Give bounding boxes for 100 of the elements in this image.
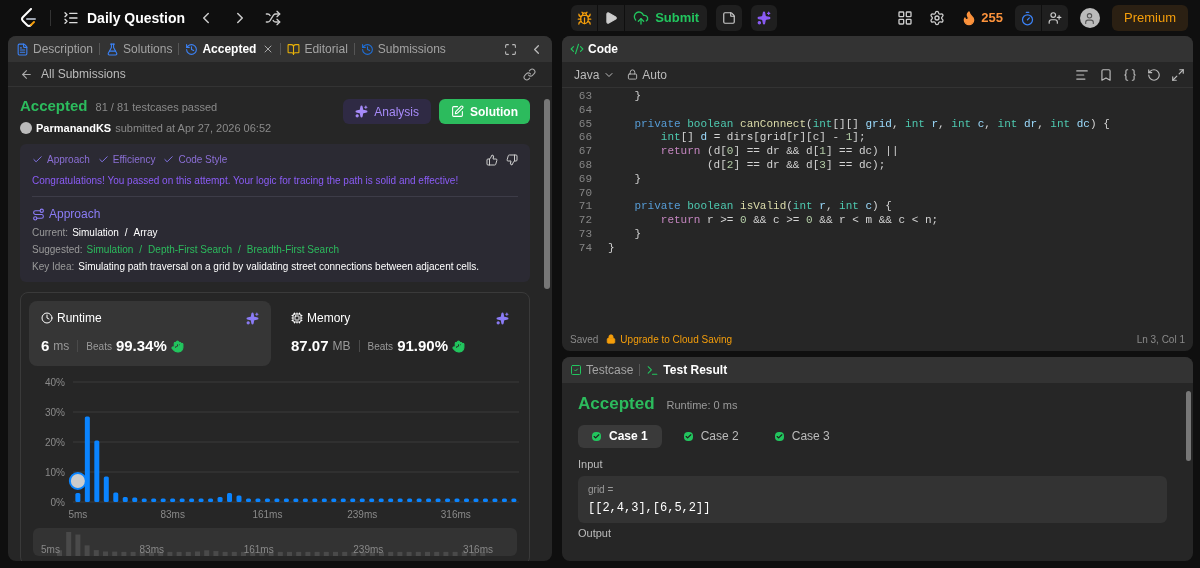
submit-button[interactable]: Submit bbox=[625, 5, 708, 31]
braces-icon[interactable] bbox=[1123, 67, 1137, 82]
histogram-bar[interactable] bbox=[236, 494, 242, 502]
histogram-bar[interactable] bbox=[141, 497, 147, 502]
histogram-bar[interactable] bbox=[501, 497, 507, 502]
panel-tab[interactable]: Solutions bbox=[106, 40, 173, 58]
username[interactable]: ParmanandKS bbox=[36, 119, 112, 136]
case-tab[interactable]: Case 3 bbox=[760, 424, 844, 448]
panel-tab[interactable]: Test Result bbox=[646, 361, 728, 379]
histogram-bar[interactable] bbox=[151, 497, 157, 502]
notes-button[interactable] bbox=[716, 5, 743, 31]
histogram-bar[interactable] bbox=[255, 497, 261, 502]
analysis-button[interactable]: Analysis bbox=[343, 99, 431, 124]
histogram-bar[interactable] bbox=[426, 497, 432, 502]
histogram-bar[interactable] bbox=[132, 497, 138, 502]
list-icon[interactable] bbox=[63, 10, 79, 26]
histogram-bar[interactable] bbox=[208, 497, 214, 502]
panel-tab[interactable]: Editorial bbox=[287, 40, 348, 58]
histogram-bar[interactable] bbox=[274, 497, 280, 502]
histogram-bar[interactable] bbox=[217, 496, 223, 502]
histogram-bar[interactable] bbox=[435, 497, 441, 502]
ai-button[interactable] bbox=[751, 5, 778, 31]
histogram-bar[interactable] bbox=[283, 497, 289, 502]
panel-tab[interactable]: Description bbox=[16, 40, 94, 58]
topic-link[interactable]: Breadth-First Search bbox=[246, 242, 340, 257]
link-icon[interactable] bbox=[523, 67, 536, 81]
histogram-bar[interactable] bbox=[227, 492, 233, 502]
histogram-bar[interactable] bbox=[321, 497, 327, 502]
histogram-bar[interactable] bbox=[113, 491, 119, 502]
maximize-icon[interactable] bbox=[504, 42, 517, 56]
feedback-message: Congratulations! You passed on this attempt. Your logic for tracing the path is solid and effective! bbox=[32, 174, 460, 188]
histogram-bar[interactable] bbox=[264, 497, 270, 502]
run-button[interactable] bbox=[598, 5, 625, 31]
all-submissions-link[interactable]: All Submissions bbox=[41, 65, 126, 83]
settings-icon[interactable] bbox=[929, 10, 946, 26]
histogram-bar[interactable] bbox=[369, 497, 375, 502]
panel-tab[interactable]: Testcase bbox=[570, 361, 634, 379]
topic-link[interactable]: Depth-First Search bbox=[148, 242, 232, 257]
thumbs-down-icon[interactable] bbox=[506, 153, 518, 166]
language-dropdown[interactable]: Java bbox=[574, 65, 616, 84]
debug-button[interactable] bbox=[571, 5, 598, 31]
histogram-bar[interactable] bbox=[160, 497, 166, 502]
format-icon[interactable] bbox=[1075, 67, 1089, 82]
streak-count[interactable]: 255 bbox=[981, 8, 1003, 28]
histogram-bar[interactable] bbox=[179, 497, 185, 502]
sparkles-icon[interactable] bbox=[496, 311, 509, 325]
histogram-bar[interactable] bbox=[397, 497, 403, 502]
invite-button[interactable] bbox=[1042, 5, 1068, 31]
histogram-bar[interactable] bbox=[350, 497, 356, 502]
problem-list-title[interactable]: Daily Question bbox=[87, 7, 186, 29]
histogram-bar[interactable] bbox=[246, 497, 251, 502]
approach-heading: Approach bbox=[49, 206, 101, 223]
histogram-bar[interactable] bbox=[511, 497, 517, 502]
shuffle-icon[interactable] bbox=[265, 10, 282, 26]
reset-icon[interactable] bbox=[1147, 67, 1161, 82]
stat-card[interactable]: Runtime 6 ms Beats 99.34% bbox=[29, 301, 271, 366]
timer-button[interactable] bbox=[1015, 5, 1041, 31]
histogram-bar[interactable] bbox=[75, 492, 81, 502]
histogram-bar[interactable] bbox=[388, 497, 394, 502]
beats-percent: 99.34% bbox=[115, 336, 167, 356]
histogram-bar[interactable] bbox=[473, 497, 479, 502]
panel-tab[interactable]: Accepted bbox=[185, 40, 275, 58]
logo-icon[interactable] bbox=[20, 8, 38, 28]
case-tab[interactable]: Case 1 bbox=[578, 424, 662, 448]
input-label: Input bbox=[578, 456, 604, 472]
histogram-bar[interactable] bbox=[445, 497, 451, 502]
thumbs-up-icon[interactable] bbox=[486, 153, 498, 166]
range-overview[interactable]: 5ms 83ms 161ms 239ms 316ms bbox=[33, 527, 517, 556]
topic-link[interactable]: Simulation bbox=[86, 242, 134, 257]
grid-icon[interactable] bbox=[897, 10, 914, 26]
case-tab[interactable]: Case 2 bbox=[669, 424, 753, 448]
histogram-bar[interactable] bbox=[454, 497, 460, 502]
histogram-bar[interactable] bbox=[492, 497, 498, 502]
histogram-bar[interactable] bbox=[378, 497, 384, 502]
back-arrow-icon[interactable] bbox=[20, 67, 33, 81]
stat-card[interactable]: Memory 87.07 MB Beats 91.90% bbox=[279, 301, 521, 366]
histogram-bar[interactable] bbox=[170, 497, 176, 502]
histogram-bar[interactable] bbox=[293, 497, 299, 502]
histogram-bar[interactable] bbox=[407, 497, 413, 502]
histogram-bar[interactable] bbox=[189, 497, 195, 502]
histogram-bar[interactable] bbox=[94, 440, 100, 502]
histogram-bar[interactable] bbox=[122, 496, 128, 502]
histogram-bar[interactable] bbox=[464, 497, 469, 502]
histogram-bar[interactable] bbox=[482, 497, 488, 502]
expand-icon[interactable] bbox=[1171, 67, 1185, 82]
upgrade-link[interactable]: Upgrade to Cloud Saving bbox=[620, 331, 733, 347]
bookmark-icon[interactable] bbox=[1099, 67, 1113, 82]
histogram-bar[interactable] bbox=[312, 497, 318, 502]
avatar[interactable] bbox=[1080, 8, 1100, 28]
histogram-bar[interactable] bbox=[302, 497, 308, 502]
histogram-bar[interactable] bbox=[103, 476, 109, 502]
histogram-bar[interactable] bbox=[84, 416, 90, 502]
histogram-bar[interactable] bbox=[359, 497, 365, 502]
histogram-bar[interactable] bbox=[416, 497, 422, 502]
histogram-bar[interactable] bbox=[331, 497, 337, 502]
panel-tab[interactable]: Submissions bbox=[360, 40, 446, 58]
histogram-bar[interactable] bbox=[340, 497, 346, 502]
sparkles-icon[interactable] bbox=[246, 311, 259, 325]
premium-button[interactable]: Premium bbox=[1112, 5, 1188, 31]
histogram-bar[interactable] bbox=[198, 497, 204, 502]
